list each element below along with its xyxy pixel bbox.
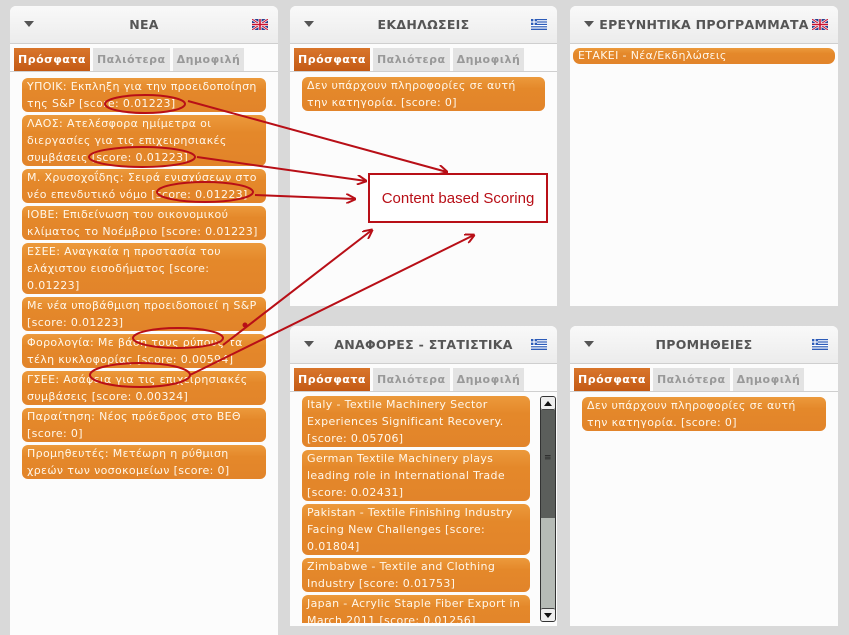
panel-title: ΠΡΟΜΗΘΕΙΕΣ	[655, 337, 753, 352]
scrollbar-thumb[interactable]	[541, 410, 555, 518]
list-item[interactable]: Παραίτηση: Νέος πρόεδρος στο ΒΕΘ [score:…	[22, 408, 266, 442]
panel-header: ΝΕΑ	[10, 6, 278, 44]
reports-scroll-area[interactable]: Italy - Textile Machinery Sector Experie…	[290, 396, 557, 623]
tab-older[interactable]: Παλιότερα	[372, 48, 450, 71]
tab-bar: Πρόσφατα Παλιότερα Δημοφιλή	[10, 44, 278, 72]
list-item[interactable]: ΛΑΟΣ: Ατελέσφορα ημίμετρα οι διεργασίες …	[22, 115, 266, 166]
list-item[interactable]: German Textile Machinery plays leading r…	[302, 450, 530, 501]
collapse-icon[interactable]	[304, 21, 314, 27]
list-item[interactable]: ΙΟΒΕ: Επιδείνωση του οικονομικού κλίματο…	[22, 206, 266, 240]
list-item[interactable]: Pakistan - Textile Finishing Industry Fa…	[302, 504, 530, 555]
list-item[interactable]: Zimbabwe - Textile and Clothing Industry…	[302, 558, 530, 592]
tab-older[interactable]: Παλιότερα	[92, 48, 170, 71]
list-item[interactable]: Προμηθευτές: Μετέωρη η ρύθμιση χρεών των…	[22, 445, 266, 479]
greek-flag-icon[interactable]	[531, 339, 547, 350]
panel-header: ΕΚΔΗΛΩΣΕΙΣ	[290, 6, 557, 44]
panel-header: ΕΡΕΥΝΗΤΙΚΑ ΠΡΟΓΡΑΜΜΑΤΑ	[570, 6, 838, 44]
tab-popular[interactable]: Δημοφιλή	[172, 48, 245, 71]
list-item[interactable]: Δεν υπάρχουν πληροφορίες σε αυτή την κατ…	[582, 397, 826, 431]
panel-research-programs: ΕΡΕΥΝΗΤΙΚΑ ΠΡΟΓΡΑΜΜΑΤΑ ΕΤΑΚΕΙ - Νέα/Εκδη…	[570, 6, 838, 306]
collapse-icon[interactable]	[24, 21, 34, 27]
greek-flag-icon[interactable]	[812, 339, 828, 350]
list-item[interactable]: ΥΠΟΙΚ: Εκπληξη για την προειδοποίηση της…	[22, 78, 266, 112]
callout-label: Content based Scoring	[381, 189, 535, 207]
list-item[interactable]: Japan - Acrylic Staple Fiber Export in M…	[302, 595, 530, 623]
tab-recent[interactable]: Πρόσφατα	[294, 368, 370, 391]
list-item[interactable]: Italy - Textile Machinery Sector Experie…	[302, 396, 530, 447]
tab-recent[interactable]: Πρόσφατα	[294, 48, 370, 71]
panel-title: ΕΡΕΥΝΗΤΙΚΑ ΠΡΟΓΡΑΜΜΑΤΑ	[599, 17, 809, 32]
tab-bar: Πρόσφατα Παλιότερα Δημοφιλή	[290, 44, 557, 72]
greek-flag-icon[interactable]	[531, 19, 547, 30]
list-item[interactable]: Δεν υπάρχουν πληροφορίες σε αυτή την κατ…	[302, 77, 545, 111]
uk-flag-icon[interactable]	[812, 19, 828, 30]
uk-flag-icon[interactable]	[252, 19, 268, 30]
panel-events: ΕΚΔΗΛΩΣΕΙΣ Πρόσφατα Παλιότερα Δημοφιλή Δ…	[290, 6, 557, 306]
list-item[interactable]: Μ. Χρυσοχοΐδης: Σειρά ενισχύσεων στο νέο…	[22, 169, 266, 203]
supplies-list: Δεν υπάρχουν πληροφορίες σε αυτή την κατ…	[570, 392, 838, 431]
list-item[interactable]: ΕΣΕΕ: Αναγκαία η προστασία του ελάχιστου…	[22, 243, 266, 294]
panel-reports-statistics: ΑΝΑΦΟΡΕΣ - ΣΤΑΤΙΣΤΙΚΑ Πρόσφατα Παλιότερα…	[290, 326, 557, 626]
scrollbar[interactable]	[540, 396, 556, 622]
news-list: ΥΠΟΙΚ: Εκπληξη για την προειδοποίηση της…	[10, 72, 278, 479]
tab-popular[interactable]: Δημοφιλή	[452, 48, 525, 71]
list-item[interactable]: ΕΤΑΚΕΙ - Νέα/Εκδηλώσεις	[573, 48, 835, 64]
panel-title: ΝΕΑ	[129, 17, 159, 32]
panel-news: ΝΕΑ Πρόσφατα Παλιότερα Δημοφιλή ΥΠΟΙΚ: Ε…	[10, 6, 278, 635]
panel-title: ΕΚΔΗΛΩΣΕΙΣ	[377, 17, 470, 32]
panel-supplies: ΠΡΟΜΗΘΕΙΕΣ Πρόσφατα Παλιότερα Δημοφιλή Δ…	[570, 326, 838, 626]
panel-header: ΠΡΟΜΗΘΕΙΕΣ	[570, 326, 838, 364]
collapse-icon[interactable]	[584, 21, 594, 27]
panel-header: ΑΝΑΦΟΡΕΣ - ΣΤΑΤΙΣΤΙΚΑ	[290, 326, 557, 364]
collapse-icon[interactable]	[584, 341, 594, 347]
scroll-down-arrow-icon[interactable]	[541, 608, 555, 621]
list-item[interactable]: Φορολογία: Με βάση τους ρύπους τα τέλη κ…	[22, 334, 266, 368]
tab-recent[interactable]: Πρόσφατα	[14, 48, 90, 71]
tab-popular[interactable]: Δημοφιλή	[452, 368, 525, 391]
content-based-scoring-callout: Content based Scoring	[368, 173, 548, 223]
events-list: Δεν υπάρχουν πληροφορίες σε αυτή την κατ…	[290, 72, 557, 111]
tab-bar: Πρόσφατα Παλιότερα Δημοφιλή	[290, 364, 557, 392]
collapse-icon[interactable]	[304, 341, 314, 347]
tab-older[interactable]: Παλιότερα	[652, 368, 730, 391]
tab-popular[interactable]: Δημοφιλή	[732, 368, 805, 391]
reports-list: Italy - Textile Machinery Sector Experie…	[290, 396, 557, 623]
research-list: ΕΤΑΚΕΙ - Νέα/Εκδηλώσεις	[570, 44, 838, 64]
tab-recent[interactable]: Πρόσφατα	[574, 368, 650, 391]
scroll-up-arrow-icon[interactable]	[541, 397, 555, 410]
tab-older[interactable]: Παλιότερα	[372, 368, 450, 391]
panel-title: ΑΝΑΦΟΡΕΣ - ΣΤΑΤΙΣΤΙΚΑ	[334, 337, 513, 352]
tab-bar: Πρόσφατα Παλιότερα Δημοφιλή	[570, 364, 838, 392]
list-item[interactable]: Με νέα υποβάθμιση προειδοποιεί η S&P [sc…	[22, 297, 266, 331]
list-item[interactable]: ΓΣΕΕ: Ασάφεια για τις επιχειρησιακές συμ…	[22, 371, 266, 405]
